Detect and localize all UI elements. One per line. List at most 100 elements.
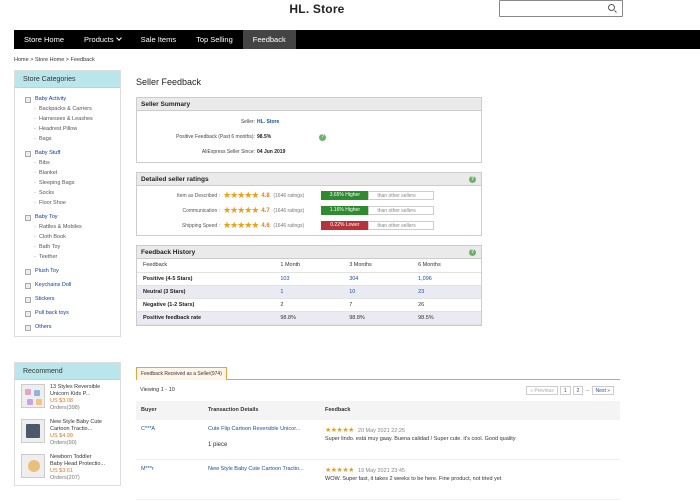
history-cell[interactable]: 23 (412, 285, 481, 299)
category-item[interactable]: Bath Toy (25, 242, 120, 252)
product-title[interactable]: Unicorn Kids P... (50, 391, 100, 398)
category-item[interactable]: Teether (25, 252, 120, 262)
next-page-button[interactable]: Next » (591, 386, 614, 395)
help-icon[interactable]: ? (469, 176, 476, 183)
category-item[interactable]: Bags (25, 134, 120, 144)
rating-compare-note: than other sellers (368, 191, 435, 200)
rating-label: Communication : (182, 207, 220, 214)
feedback-meta: ★★★★★ 20 May 2021 22:25 (325, 426, 620, 434)
category-item[interactable]: Blanket (25, 168, 120, 178)
history-cell: 26 (412, 298, 481, 312)
seller-ratings-title: Detailed seller ratings (141, 176, 209, 183)
category-item[interactable]: Baby Stuff (25, 148, 120, 158)
seller-label: Seller: (240, 119, 255, 125)
history-cell[interactable]: 1,096 (412, 272, 481, 286)
product-thumbnail[interactable] (21, 454, 45, 478)
category-item[interactable]: Baby Toy (25, 212, 120, 222)
recommend-item[interactable]: Newborn Toddler Baby Head Protectio... US … (15, 450, 120, 485)
nav-top-selling[interactable]: Top Selling (186, 30, 243, 49)
category-item[interactable]: Pull back toys (25, 308, 120, 318)
star-rating-icon: ★★★★★ (223, 205, 259, 215)
category-item[interactable]: Rattles & Mobiles (25, 222, 120, 232)
feedback-tabs: Feedback Received as a Seller(974) (136, 367, 620, 380)
buyer-name[interactable]: C***A (141, 426, 208, 459)
recommend-panel: Recommend 13 Styles Reversible Unicorn Ki… (14, 362, 121, 486)
history-header-cell: 1 Month (274, 259, 344, 273)
search-input[interactable] (500, 1, 600, 16)
category-item[interactable]: Stickers (25, 294, 120, 304)
history-cell[interactable]: 304 (343, 272, 413, 286)
rating-score: 4.6 (261, 222, 270, 229)
recommend-item[interactable]: 13 Styles Reversible Unicorn Kids P... US … (15, 380, 120, 415)
transaction-item-link[interactable]: Cute Flip Cartoon Reversible Unicor... (208, 426, 325, 432)
transaction-details: New Style Baby Cute Cartoon Tractio... (208, 466, 325, 499)
viewing-count: Viewing 1 - 10 (140, 387, 175, 393)
chevron-down-icon (115, 35, 122, 41)
recommend-item[interactable]: New Style Baby Cute Cartoon Tractio... US … (15, 415, 120, 450)
rating-count: (1646 ratings) (273, 222, 305, 229)
seller-summary-panel: Seller Summary Seller: HL. Store Positive… (136, 97, 482, 163)
page-2-button[interactable]: 2 (572, 386, 584, 395)
buyer-name[interactable]: M***r (141, 466, 208, 499)
nav-sale-items[interactable]: Sale Items (131, 30, 186, 49)
rating-label: Shipping Speed : (181, 222, 220, 229)
product-thumbnail[interactable] (21, 419, 45, 443)
category-item[interactable]: Bibs (25, 158, 120, 168)
search-icon[interactable] (608, 4, 615, 11)
product-thumbnail[interactable] (21, 384, 45, 408)
product-title[interactable]: New Style Baby Cute (50, 419, 102, 426)
history-cell[interactable]: 10 (343, 285, 413, 299)
page-1-button[interactable]: 1 (559, 386, 571, 395)
product-orders: Orders(90) (50, 440, 77, 446)
category-item[interactable]: Headrest Pillow (25, 124, 120, 134)
recommend-title: Recommend (15, 363, 120, 380)
help-icon[interactable]: ? (469, 249, 476, 256)
history-cell[interactable]: 103 (274, 272, 344, 286)
tab-feedback-received[interactable]: Feedback Received as a Seller(974) (136, 367, 227, 380)
product-price: US $3.61 (50, 468, 73, 474)
history-row-label: Positive feedback rate (137, 311, 275, 325)
history-cell[interactable]: 1 (274, 285, 344, 299)
category-item[interactable]: Harnesses & Leashes (25, 114, 120, 124)
category-item[interactable]: Cloth Book (25, 232, 120, 242)
rating-compare-badge: 1.16% Higher (321, 206, 369, 215)
nav-store-home[interactable]: Store Home (14, 30, 74, 49)
product-title[interactable]: 13 Styles Reversible (50, 384, 100, 391)
category-item[interactable]: Backpacks & Carriers (25, 104, 120, 114)
category-item[interactable]: Sleeping Bags (25, 178, 120, 188)
transaction-item-link[interactable]: New Style Baby Cute Cartoon Tractio... (208, 466, 325, 472)
previous-page-button[interactable]: « Previous (526, 386, 558, 395)
category-item[interactable]: Keychains Doll (25, 280, 120, 290)
col-feedback: Feedback (325, 407, 351, 413)
feedback-content: ★★★★★ 20 May 2021 22:25 Super lindo. está … (325, 426, 620, 459)
search-box[interactable] (499, 0, 623, 17)
category-item[interactable]: Others (25, 322, 120, 332)
nav-feedback[interactable]: Feedback (242, 30, 296, 49)
rating-compare-badge: 0.22% Lower (321, 221, 369, 230)
pagination: « Previous 1 2 ... Next » (526, 386, 614, 395)
rating-label: Item as Described : (176, 192, 220, 199)
feedback-history-table: Feedback 1 Month 3 Months 6 Months Positive … (137, 259, 481, 325)
page-title: Seller Feedback (136, 77, 202, 87)
store-categories-title: Store Categories (15, 71, 120, 88)
seller-since-label: AliExpress Seller Since: (201, 149, 255, 155)
product-title[interactable]: Cartoon Tractio... (50, 426, 102, 433)
seller-link[interactable]: HL. Store (255, 115, 279, 130)
nav-products[interactable]: Products (74, 30, 131, 49)
rating-score: 4.7 (261, 207, 270, 214)
seller-since-value: 04 Jun 2019 (257, 149, 286, 155)
history-cell: 98.5% (412, 311, 481, 325)
category-item[interactable]: Plush Toy (25, 266, 120, 276)
product-title[interactable]: Newborn Toddler (50, 454, 105, 461)
category-item[interactable]: Baby Activity (25, 94, 120, 104)
feedback-stars-icon: ★★★★★ (325, 467, 354, 474)
product-title[interactable]: Baby Head Protectio... (50, 461, 105, 468)
main-nav: Store Home Products Sale Items Top Selli… (14, 30, 700, 49)
category-item[interactable]: Floor Shoe (25, 198, 120, 208)
positive-feedback-value: 98.5% (257, 134, 272, 140)
category-item[interactable]: Socks (25, 188, 120, 198)
col-transaction: Transaction Details (208, 407, 259, 413)
breadcrumb: Home > Store Home > Feedback (14, 57, 95, 63)
help-icon[interactable]: ? (319, 134, 327, 141)
store-categories-panel: Store Categories Baby ActivityBackpacks … (14, 70, 121, 337)
